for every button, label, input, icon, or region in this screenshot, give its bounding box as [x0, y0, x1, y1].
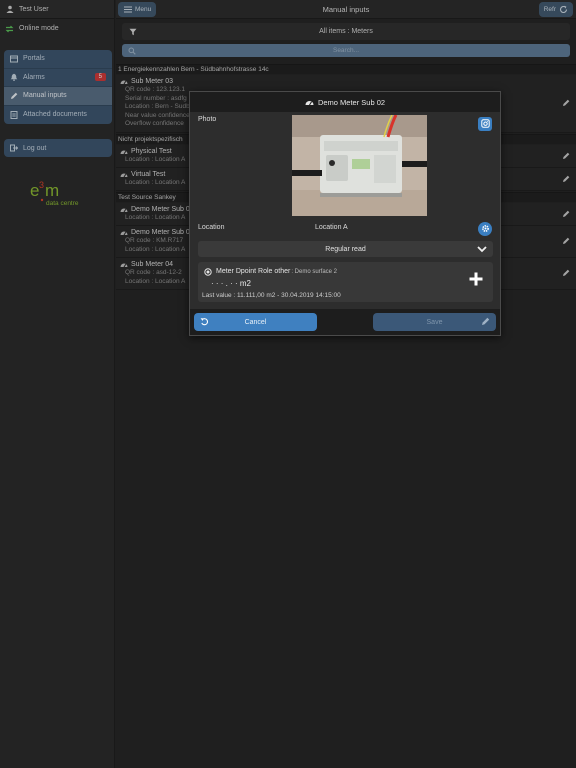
location-label: Location [198, 224, 225, 231]
read-type-select[interactable]: Regular read [198, 241, 493, 257]
location-settings-button[interactable] [478, 222, 492, 236]
photo-label: Photo [198, 116, 217, 123]
meter-icon [305, 98, 314, 107]
add-icon[interactable] [469, 272, 483, 288]
meter-input-dialog: Demo Meter Sub 02 Photo Location Locatio… [189, 91, 501, 336]
radio-selected-icon[interactable] [203, 267, 212, 276]
cancel-label: Cancel [244, 318, 267, 326]
cancel-button[interactable]: Cancel [194, 313, 317, 331]
save-button[interactable]: Save [373, 313, 496, 331]
chevron-down-icon [477, 245, 487, 255]
meter-photo[interactable] [292, 115, 427, 216]
take-photo-button[interactable] [478, 117, 492, 131]
datapoint-value-input[interactable]: · · · . · · m2 [211, 279, 251, 288]
save-label: Save [426, 318, 443, 326]
undo-icon [200, 317, 209, 328]
dialog-header: Demo Meter Sub 02 [190, 92, 500, 112]
dialog-title: Demo Meter Sub 02 [317, 97, 386, 107]
datapoint-role: Meter Dpoint Role other [216, 268, 291, 275]
camera-icon [480, 118, 490, 130]
read-type-value: Regular read [325, 245, 366, 253]
datapoint-last-value: Last value : 11.111,00 m2 - 30.04.2019 1… [202, 292, 341, 299]
gear-icon [481, 224, 490, 235]
datapoint-card: Meter Dpoint Role other : Demo surface 2… [198, 262, 493, 302]
pencil-icon [481, 317, 490, 328]
dialog-footer: Cancel Save [190, 309, 500, 335]
datapoint-surface: : Demo surface 2 [291, 268, 338, 275]
location-value: Location A [315, 224, 348, 231]
datapoint-title: Meter Dpoint Role other : Demo surface 2 [203, 267, 337, 276]
